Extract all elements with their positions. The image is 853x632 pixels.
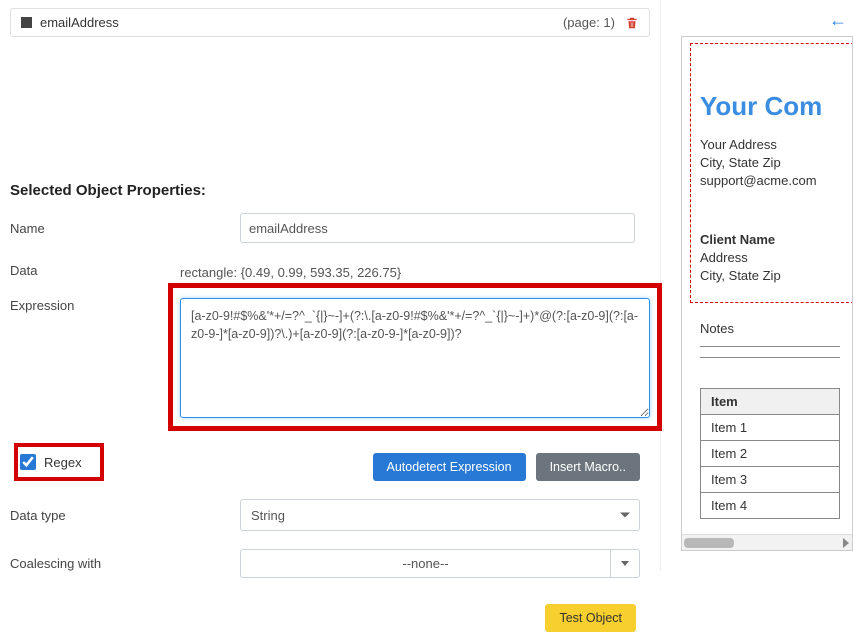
- document-preview: Your Com Your Address City, State Zip su…: [681, 36, 853, 551]
- expression-input[interactable]: [180, 298, 650, 418]
- client-address-line2: City, State Zip: [700, 267, 840, 285]
- data-value: rectangle: {0.49, 0.99, 593.35, 226.75}: [180, 261, 401, 280]
- notes-label: Notes: [700, 321, 840, 336]
- items-header: Item: [701, 389, 840, 415]
- table-row: Item 4: [701, 493, 840, 519]
- rectangle-icon: [21, 17, 32, 28]
- expression-label: Expression: [10, 298, 180, 313]
- data-label: Data: [10, 263, 180, 278]
- divider: [700, 357, 840, 358]
- table-row: Item 2: [701, 441, 840, 467]
- name-label: Name: [10, 221, 180, 236]
- datatype-select[interactable]: String: [240, 499, 640, 531]
- horizontal-scrollbar[interactable]: [682, 534, 852, 550]
- items-table: Item Item 1 Item 2 Item 3 Item 4: [700, 388, 840, 519]
- coalescing-dropdown-button[interactable]: [610, 549, 640, 578]
- scrollbar-arrow-right-icon[interactable]: [843, 538, 849, 548]
- coalescing-select[interactable]: --none--: [240, 549, 610, 578]
- item-cell: Item 1: [701, 415, 840, 441]
- back-arrow-icon[interactable]: ←: [829, 10, 847, 31]
- name-input[interactable]: [240, 213, 635, 243]
- datatype-value: String: [251, 508, 285, 523]
- test-object-button[interactable]: Test Object: [545, 604, 636, 632]
- object-row[interactable]: emailAddress (page: 1): [10, 8, 650, 37]
- your-address-line2: City, State Zip: [700, 154, 840, 172]
- section-title: Selected Object Properties:: [10, 182, 660, 199]
- trash-icon[interactable]: [625, 16, 639, 30]
- coalescing-value: --none--: [402, 556, 448, 571]
- item-cell: Item 4: [701, 493, 840, 519]
- company-title: Your Com: [700, 91, 840, 122]
- coalescing-label: Coalescing with: [10, 556, 180, 571]
- datatype-label: Data type: [10, 508, 180, 523]
- table-row: Item 1: [701, 415, 840, 441]
- object-page-label: (page: 1): [563, 15, 615, 30]
- regex-label: Regex: [44, 455, 82, 470]
- table-row: Item 3: [701, 467, 840, 493]
- client-name: Client Name: [700, 231, 840, 249]
- item-cell: Item 3: [701, 467, 840, 493]
- your-address-line1: Your Address: [700, 136, 840, 154]
- your-address-email: support@acme.com: [700, 172, 840, 190]
- client-address-line1: Address: [700, 249, 840, 267]
- regex-checkbox[interactable]: [20, 454, 36, 470]
- divider: [700, 346, 840, 347]
- object-name: emailAddress: [40, 15, 119, 30]
- scrollbar-thumb[interactable]: [684, 538, 734, 548]
- item-cell: Item 2: [701, 441, 840, 467]
